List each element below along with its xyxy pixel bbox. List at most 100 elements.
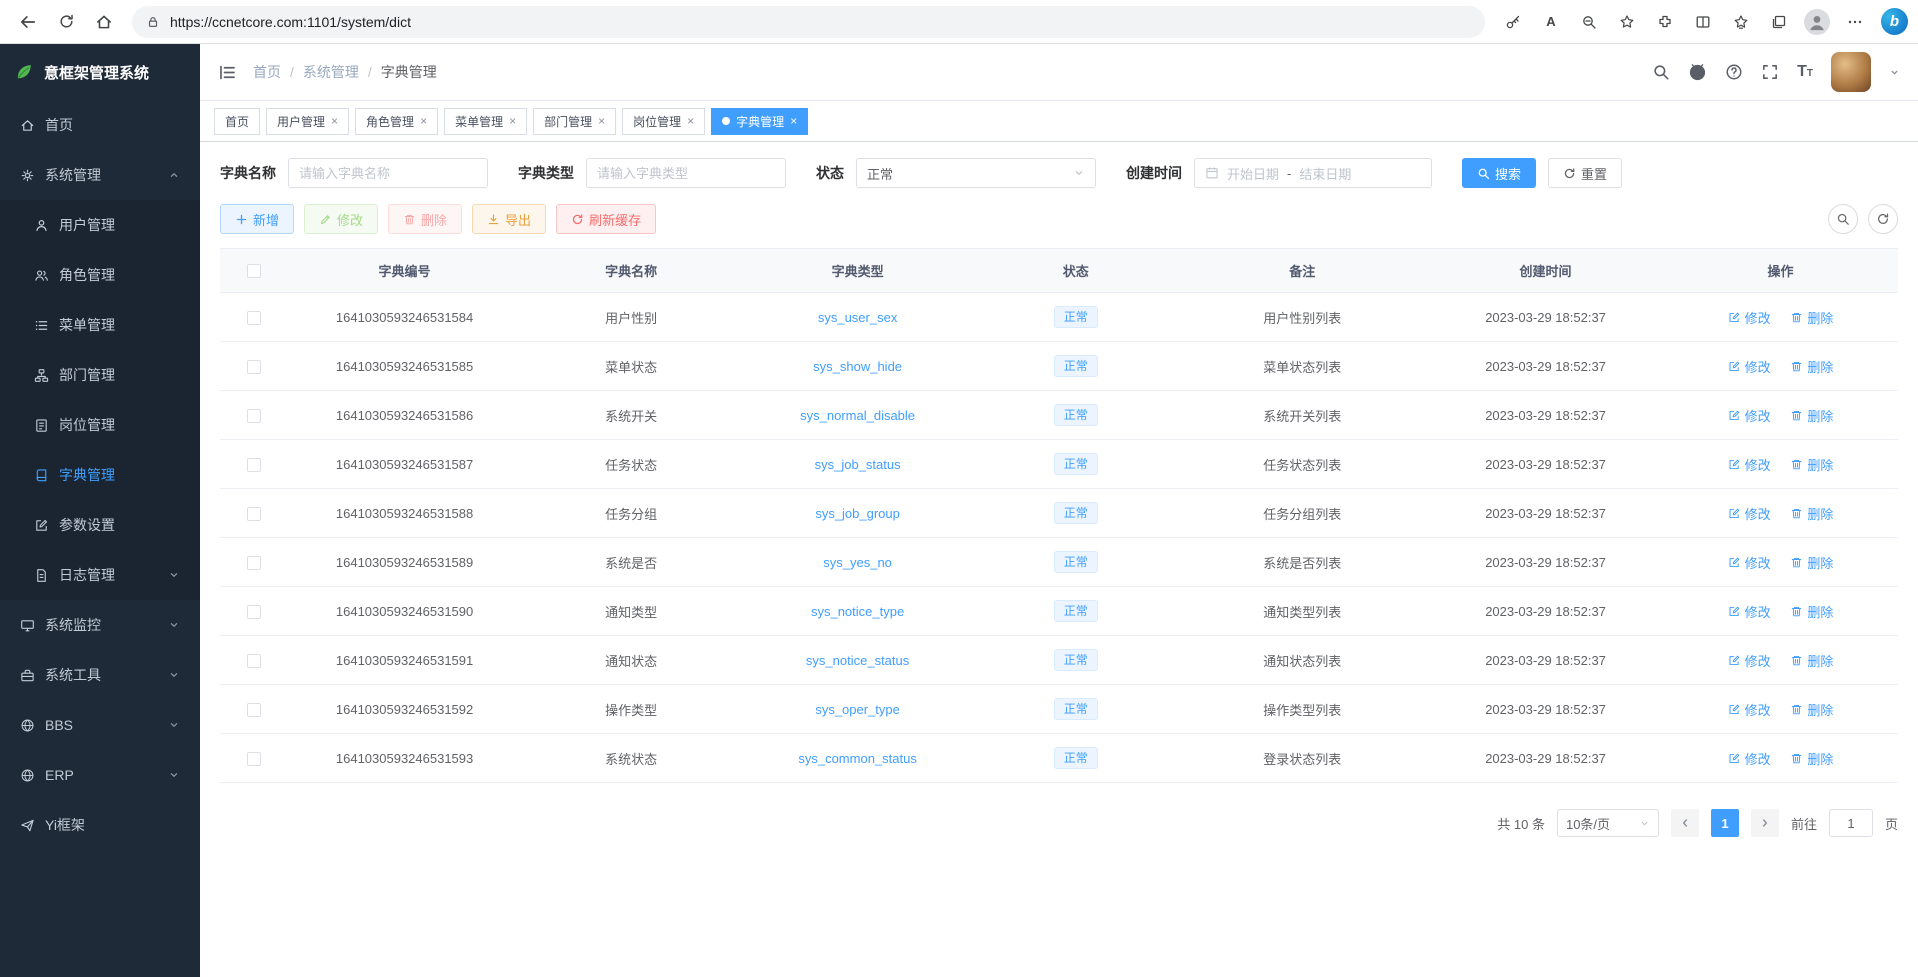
header-search-button[interactable] xyxy=(1652,63,1670,81)
dict-type-link[interactable]: sys_yes_no xyxy=(823,555,892,570)
refresh-cache-button[interactable]: 刷新缓存 xyxy=(556,204,656,234)
status-select[interactable]: 正常 xyxy=(856,158,1096,188)
browser-back-button[interactable] xyxy=(10,5,46,39)
edit-row-button[interactable]: 修改 xyxy=(1728,651,1771,670)
row-checkbox[interactable] xyxy=(247,458,261,472)
delete-row-button[interactable]: 删除 xyxy=(1790,357,1833,376)
goto-page-input[interactable] xyxy=(1829,809,1873,837)
page-number-button[interactable]: 1 xyxy=(1711,809,1739,837)
delete-row-button[interactable]: 删除 xyxy=(1790,602,1833,621)
toggle-search-button[interactable] xyxy=(1828,204,1858,234)
page-size-select[interactable]: 10条/页 xyxy=(1557,809,1659,837)
export-button[interactable]: 导出 xyxy=(472,204,546,234)
edit-row-button[interactable]: 修改 xyxy=(1728,308,1771,327)
favorites-bar-button[interactable] xyxy=(1723,5,1759,39)
bing-sidebar-button[interactable]: b xyxy=(1881,8,1908,35)
font-size-button[interactable]: TT xyxy=(1797,63,1813,81)
row-checkbox[interactable] xyxy=(247,360,261,374)
chevron-down-icon[interactable] xyxy=(1889,67,1900,78)
dict-type-link[interactable]: sys_show_hide xyxy=(813,359,902,374)
dict-type-link[interactable]: sys_job_status xyxy=(815,457,901,472)
favorites-add-button[interactable] xyxy=(1609,5,1645,39)
row-checkbox[interactable] xyxy=(247,703,261,717)
sidebar-item-post-mgmt[interactable]: 岗位管理 xyxy=(0,400,200,450)
delete-row-button[interactable]: 删除 xyxy=(1790,455,1833,474)
next-page-button[interactable] xyxy=(1751,809,1779,837)
sidebar-item-param-settings[interactable]: 参数设置 xyxy=(0,500,200,550)
dict-type-link[interactable]: sys_normal_disable xyxy=(800,408,915,423)
browser-profile-button[interactable] xyxy=(1799,5,1835,39)
dict-type-link[interactable]: sys_notice_status xyxy=(806,653,909,668)
delete-row-button[interactable]: 删除 xyxy=(1790,651,1833,670)
dict-type-link[interactable]: sys_job_group xyxy=(815,506,900,521)
tab-post-mgmt[interactable]: 岗位管理× xyxy=(622,108,705,135)
edit-row-button[interactable]: 修改 xyxy=(1728,357,1771,376)
row-checkbox[interactable] xyxy=(247,409,261,423)
delete-row-button[interactable]: 删除 xyxy=(1790,406,1833,425)
reset-button[interactable]: 重置 xyxy=(1548,158,1622,188)
breadcrumb-home[interactable]: 首页 xyxy=(253,62,281,82)
close-icon[interactable]: × xyxy=(790,114,797,128)
split-screen-button[interactable] xyxy=(1685,5,1721,39)
dict-type-link[interactable]: sys_notice_type xyxy=(811,604,904,619)
dict-type-link[interactable]: sys_oper_type xyxy=(815,702,900,717)
select-all-checkbox[interactable] xyxy=(247,264,261,278)
edit-row-button[interactable]: 修改 xyxy=(1728,602,1771,621)
user-avatar[interactable] xyxy=(1831,52,1871,92)
tab-dict-mgmt[interactable]: 字典管理× xyxy=(711,108,808,135)
browser-more-button[interactable] xyxy=(1837,5,1873,39)
tab-home[interactable]: 首页 xyxy=(214,108,260,135)
tab-menu-mgmt[interactable]: 菜单管理× xyxy=(444,108,527,135)
sidebar-item-user-mgmt[interactable]: 用户管理 xyxy=(0,200,200,250)
dict-name-input[interactable] xyxy=(288,158,488,188)
delete-button[interactable]: 删除 xyxy=(388,204,462,234)
edit-row-button[interactable]: 修改 xyxy=(1728,455,1771,474)
sidebar-item-yi-framework[interactable]: Yi框架 xyxy=(0,800,200,850)
collections-button[interactable] xyxy=(1761,5,1797,39)
github-link-button[interactable] xyxy=(1688,63,1707,82)
address-bar[interactable]: https://ccnetcore.com:1101/system/dict xyxy=(132,6,1485,38)
delete-row-button[interactable]: 删除 xyxy=(1790,553,1833,572)
row-checkbox[interactable] xyxy=(247,605,261,619)
search-button[interactable]: 搜索 xyxy=(1462,158,1536,188)
sidebar-item-system-tools[interactable]: 系统工具 xyxy=(0,650,200,700)
row-checkbox[interactable] xyxy=(247,311,261,325)
sidebar-item-system-monitor[interactable]: 系统监控 xyxy=(0,600,200,650)
close-icon[interactable]: × xyxy=(509,114,516,128)
tab-user-mgmt[interactable]: 用户管理× xyxy=(266,108,349,135)
sidebar-item-role-mgmt[interactable]: 角色管理 xyxy=(0,250,200,300)
row-checkbox[interactable] xyxy=(247,556,261,570)
date-range-picker[interactable]: 开始日期 - 结束日期 xyxy=(1194,158,1432,188)
row-checkbox[interactable] xyxy=(247,752,261,766)
edit-row-button[interactable]: 修改 xyxy=(1728,700,1771,719)
sidebar-item-bbs[interactable]: BBS xyxy=(0,700,200,750)
close-icon[interactable]: × xyxy=(687,114,694,128)
edit-row-button[interactable]: 修改 xyxy=(1728,504,1771,523)
app-logo[interactable]: 意框架管理系统 xyxy=(0,44,200,100)
row-checkbox[interactable] xyxy=(247,507,261,521)
extensions-button[interactable] xyxy=(1647,5,1683,39)
prev-page-button[interactable] xyxy=(1671,809,1699,837)
sidebar-item-system-mgmt[interactable]: 系统管理 xyxy=(0,150,200,200)
sidebar-item-dept-mgmt[interactable]: 部门管理 xyxy=(0,350,200,400)
close-icon[interactable]: × xyxy=(331,114,338,128)
browser-home-button[interactable] xyxy=(86,5,122,39)
delete-row-button[interactable]: 删除 xyxy=(1790,700,1833,719)
add-button[interactable]: 新增 xyxy=(220,204,294,234)
delete-row-button[interactable]: 删除 xyxy=(1790,308,1833,327)
edit-row-button[interactable]: 修改 xyxy=(1728,406,1771,425)
sidebar-item-dict-mgmt[interactable]: 字典管理 xyxy=(0,450,200,500)
read-aloud-button[interactable]: A xyxy=(1533,5,1569,39)
refresh-table-button[interactable] xyxy=(1868,204,1898,234)
close-icon[interactable]: × xyxy=(598,114,605,128)
sidebar-toggle-icon[interactable] xyxy=(218,63,237,82)
close-icon[interactable]: × xyxy=(420,114,427,128)
delete-row-button[interactable]: 删除 xyxy=(1790,749,1833,768)
breadcrumb-system[interactable]: 系统管理 xyxy=(303,62,359,82)
sidebar-item-log-mgmt[interactable]: 日志管理 xyxy=(0,550,200,600)
fullscreen-button[interactable] xyxy=(1761,63,1779,81)
edit-row-button[interactable]: 修改 xyxy=(1728,553,1771,572)
edit-row-button[interactable]: 修改 xyxy=(1728,749,1771,768)
dict-type-input[interactable] xyxy=(586,158,786,188)
dict-type-link[interactable]: sys_user_sex xyxy=(818,310,897,325)
